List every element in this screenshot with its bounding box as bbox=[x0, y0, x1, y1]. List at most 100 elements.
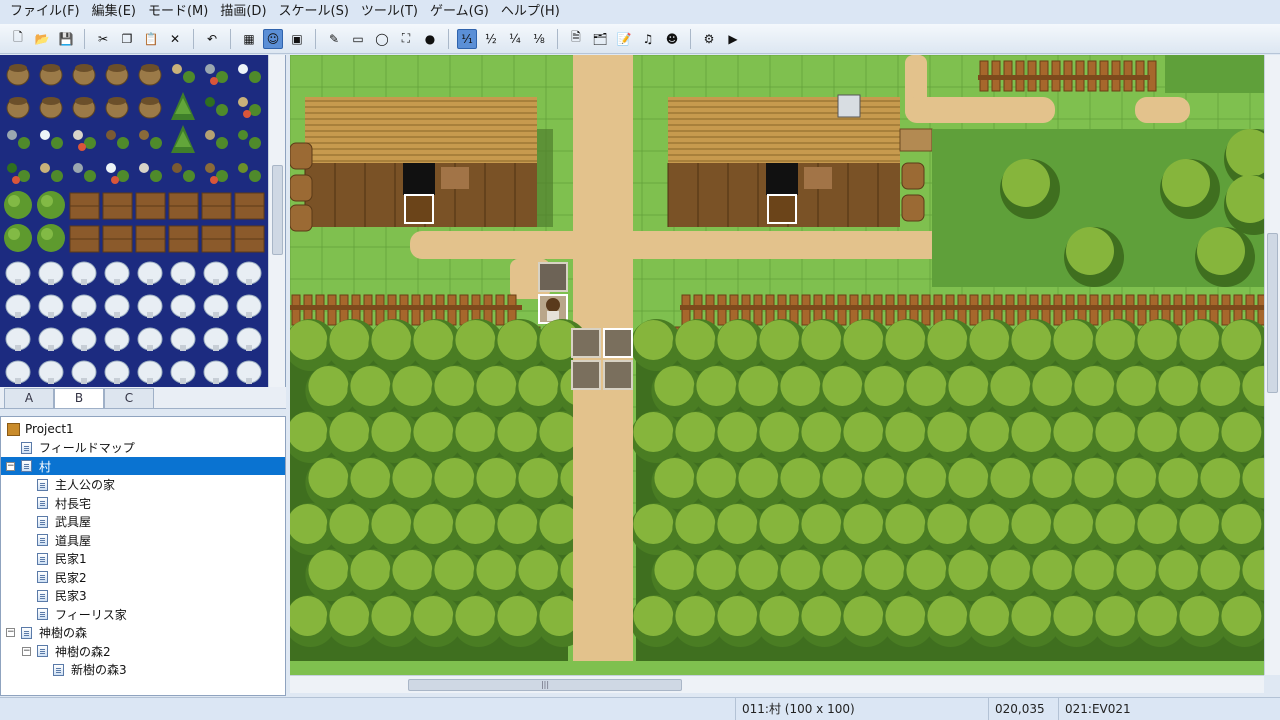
fill-icon[interactable]: ⛶ bbox=[396, 29, 416, 49]
tileset-tile[interactable] bbox=[233, 189, 266, 222]
tree-item[interactable]: フィールドマップ bbox=[1, 439, 285, 457]
tileset-tile[interactable] bbox=[35, 90, 68, 123]
delete-icon[interactable]: ✕ bbox=[165, 29, 185, 49]
scale-1-2-icon[interactable]: ½ bbox=[481, 29, 501, 49]
map-horizontal-scrollbar[interactable]: ||| bbox=[290, 675, 1264, 693]
menu-7[interactable]: ヘルプ(H) bbox=[495, 0, 566, 24]
tileset-tile[interactable] bbox=[2, 156, 35, 189]
map-vertical-scrollbar[interactable] bbox=[1264, 55, 1280, 675]
paste-icon[interactable]: 📋 bbox=[141, 29, 161, 49]
tileset-tile[interactable] bbox=[134, 189, 167, 222]
tileset-tile[interactable] bbox=[101, 354, 134, 387]
map-hscroll-thumb[interactable]: ||| bbox=[408, 679, 682, 691]
tileset-tile[interactable] bbox=[2, 90, 35, 123]
tileset-tile[interactable] bbox=[101, 156, 134, 189]
tileset-tile[interactable] bbox=[2, 288, 35, 321]
new-project-icon[interactable]: 🗋 bbox=[8, 29, 28, 49]
tileset-tile[interactable] bbox=[68, 321, 101, 354]
tileset-tile[interactable] bbox=[167, 90, 200, 123]
tileset-tile[interactable] bbox=[233, 288, 266, 321]
tileset-palette[interactable] bbox=[0, 55, 286, 387]
tree-item[interactable]: − 村 bbox=[1, 457, 285, 475]
tileset-tile[interactable] bbox=[2, 222, 35, 255]
menu-0[interactable]: ファイル(F) bbox=[4, 0, 86, 24]
tileset-tile[interactable] bbox=[134, 90, 167, 123]
tileset-tile[interactable] bbox=[167, 189, 200, 222]
tileset-tile[interactable] bbox=[2, 189, 35, 222]
tree-item[interactable]: 武具屋 bbox=[1, 513, 285, 531]
database-icon[interactable]: 🗎 bbox=[566, 29, 586, 49]
playtest-icon[interactable]: ▶ bbox=[723, 29, 743, 49]
tree-item[interactable]: 新樹の森3 bbox=[1, 661, 285, 679]
rectangle-icon[interactable]: ▭ bbox=[348, 29, 368, 49]
tileset-tile[interactable] bbox=[68, 255, 101, 288]
tileset-tile[interactable] bbox=[2, 57, 35, 90]
scale-1-4-icon[interactable]: ¼ bbox=[505, 29, 525, 49]
menu-3[interactable]: 描画(D) bbox=[214, 0, 272, 24]
map-mode-icon[interactable]: ▦ bbox=[239, 29, 259, 49]
tree-item[interactable]: 主人公の家 bbox=[1, 476, 285, 494]
open-project-icon[interactable]: 📂 bbox=[32, 29, 52, 49]
tileset-tile[interactable] bbox=[35, 255, 68, 288]
resource-manager-icon[interactable]: 🗂 bbox=[590, 29, 610, 49]
tileset-tile[interactable] bbox=[200, 222, 233, 255]
tileset-tile[interactable] bbox=[134, 156, 167, 189]
tileset-scroll-thumb[interactable] bbox=[272, 165, 283, 255]
tileset-tile[interactable] bbox=[35, 321, 68, 354]
tileset-tab-c[interactable]: C bbox=[104, 388, 154, 408]
copy-icon[interactable]: ❐ bbox=[117, 29, 137, 49]
tileset-tile[interactable] bbox=[35, 123, 68, 156]
menu-2[interactable]: モード(M) bbox=[142, 0, 214, 24]
tileset-tile[interactable] bbox=[101, 288, 134, 321]
tree-item[interactable]: 村長宅 bbox=[1, 494, 285, 512]
tileset-tile[interactable] bbox=[101, 90, 134, 123]
tileset-tile[interactable] bbox=[2, 255, 35, 288]
tileset-tile[interactable] bbox=[167, 57, 200, 90]
tileset-tile[interactable] bbox=[167, 255, 200, 288]
tileset-tile[interactable] bbox=[68, 90, 101, 123]
tree-expander[interactable]: − bbox=[22, 646, 31, 656]
undo-icon[interactable]: ↶ bbox=[202, 29, 222, 49]
tileset-tile[interactable] bbox=[233, 321, 266, 354]
tree-item[interactable]: 民家3 bbox=[1, 587, 285, 605]
tree-item[interactable]: フィーリス家 bbox=[1, 605, 285, 623]
tileset-tile[interactable] bbox=[200, 156, 233, 189]
tileset-tile[interactable] bbox=[233, 90, 266, 123]
tileset-tile[interactable] bbox=[101, 255, 134, 288]
sound-test-icon[interactable]: ♫ bbox=[638, 29, 658, 49]
tileset-tile[interactable] bbox=[134, 354, 167, 387]
tileset-tile[interactable] bbox=[233, 255, 266, 288]
tileset-tile[interactable] bbox=[233, 354, 266, 387]
tileset-tab-a[interactable]: A bbox=[4, 388, 54, 408]
tree-expander[interactable]: − bbox=[6, 628, 15, 637]
tileset-tile[interactable] bbox=[167, 354, 200, 387]
tileset-tile[interactable] bbox=[233, 57, 266, 90]
tileset-tile[interactable] bbox=[134, 57, 167, 90]
tree-item[interactable]: − 神樹の森 bbox=[1, 624, 285, 642]
tileset-tile[interactable] bbox=[35, 288, 68, 321]
map-canvas[interactable] bbox=[290, 55, 1264, 675]
tree-item[interactable]: 道具屋 bbox=[1, 531, 285, 549]
tileset-tile[interactable] bbox=[167, 156, 200, 189]
tileset-tile[interactable] bbox=[68, 123, 101, 156]
tileset-tile[interactable] bbox=[233, 222, 266, 255]
tileset-tile[interactable] bbox=[200, 354, 233, 387]
tileset-tile[interactable] bbox=[101, 222, 134, 255]
tileset-tile[interactable] bbox=[35, 57, 68, 90]
tileset-tile[interactable] bbox=[200, 288, 233, 321]
tileset-tile[interactable] bbox=[101, 123, 134, 156]
tileset-tile[interactable] bbox=[134, 222, 167, 255]
tileset-tile[interactable] bbox=[200, 57, 233, 90]
tileset-grid[interactable] bbox=[2, 57, 266, 385]
tileset-tile[interactable] bbox=[35, 354, 68, 387]
tileset-tile[interactable] bbox=[134, 255, 167, 288]
tileset-scrollbar[interactable] bbox=[268, 55, 285, 387]
tree-item[interactable]: 民家1 bbox=[1, 550, 285, 568]
tree-item[interactable]: Project1 bbox=[1, 420, 285, 438]
script-editor-icon[interactable]: 📝 bbox=[614, 29, 634, 49]
map-render[interactable] bbox=[290, 55, 1264, 675]
tileset-tile[interactable] bbox=[35, 189, 68, 222]
event-mode-icon[interactable]: ☺ bbox=[263, 28, 283, 49]
tileset-tile[interactable] bbox=[233, 156, 266, 189]
menu-4[interactable]: スケール(S) bbox=[273, 0, 355, 24]
